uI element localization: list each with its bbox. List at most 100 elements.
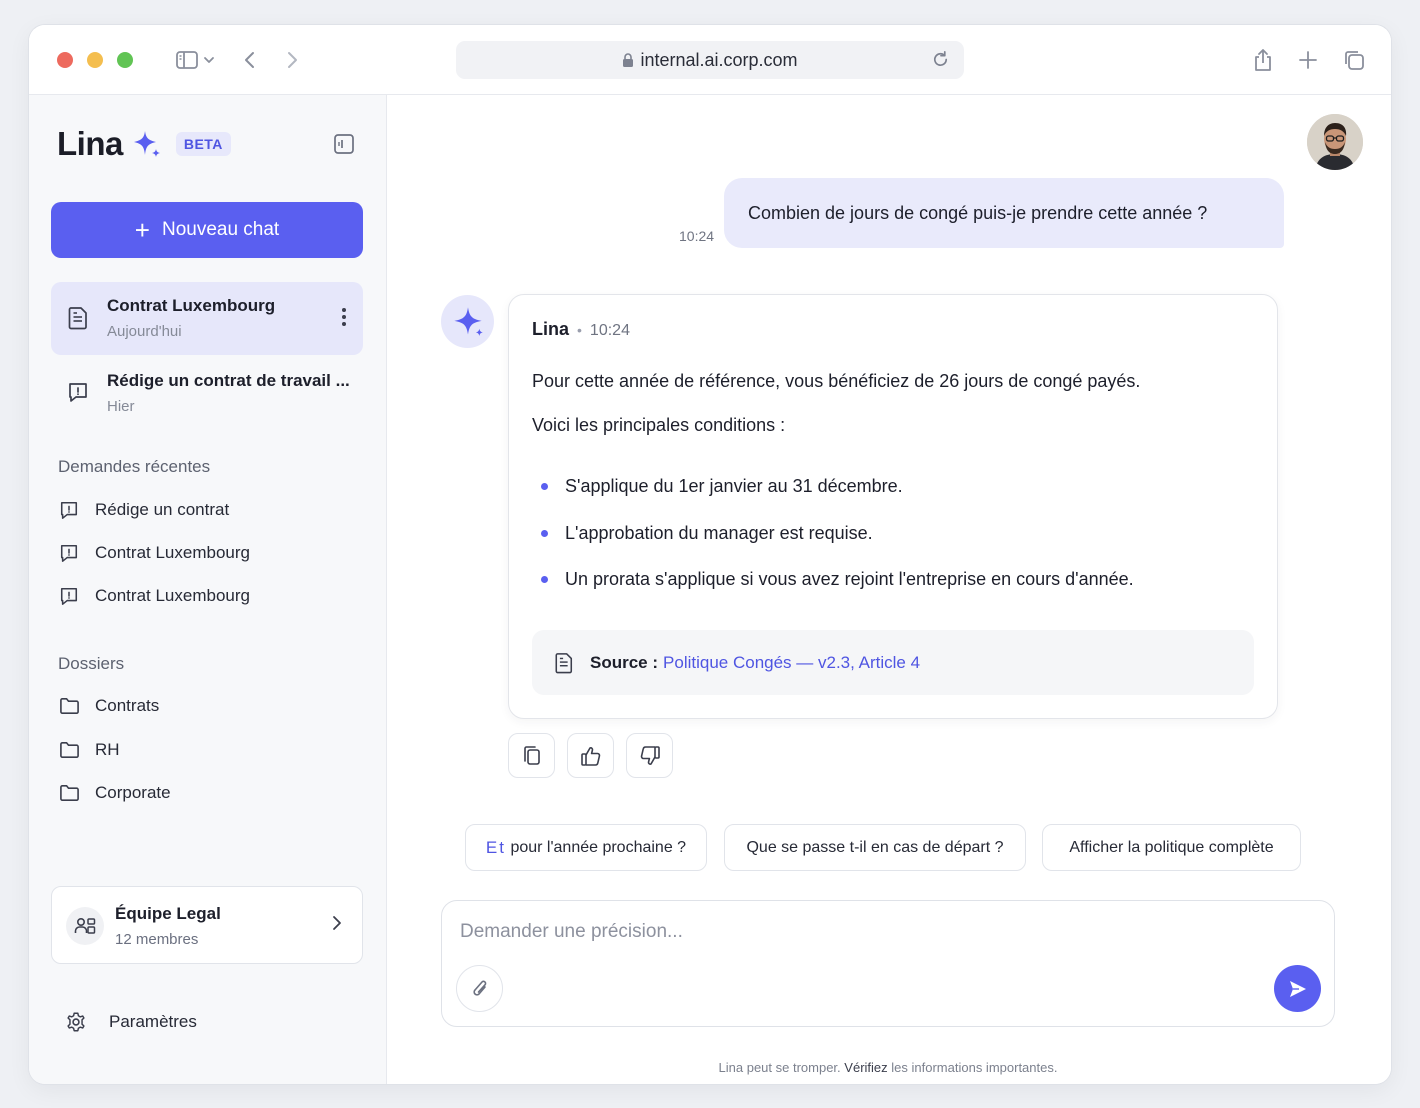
conversation-date: Hier <box>107 398 135 415</box>
bullet-text: L'approbation du manager est requise. <box>565 523 873 543</box>
browser-window: internal.ai.corp.com Lina BETA + Nouveau… <box>29 25 1391 1084</box>
folder-icon <box>59 741 81 759</box>
conversation-date: Aujourd'hui <box>107 323 182 340</box>
message-input[interactable]: Demander une précision... <box>460 921 683 943</box>
assistant-message-time: 10:24 <box>589 322 630 339</box>
settings-button[interactable]: Paramètres <box>65 1011 197 1033</box>
maximize-window-button[interactable] <box>117 52 133 68</box>
plus-icon: + <box>134 215 150 245</box>
tabs-overview-icon[interactable] <box>1341 48 1367 72</box>
folder-label: Corporate <box>95 783 171 802</box>
user-avatar[interactable] <box>1307 114 1363 170</box>
assistant-avatar <box>441 295 494 348</box>
folder-label: RH <box>95 740 120 759</box>
forward-arrow-icon[interactable] <box>279 48 305 72</box>
browser-titlebar: internal.ai.corp.com <box>29 25 1391 95</box>
chat-bubble-icon <box>67 381 89 403</box>
paperclip-icon <box>471 978 489 1000</box>
message-composer[interactable]: Demander une précision... <box>441 900 1335 1027</box>
suggestion-chip-next-year[interactable]: Et pour l'année prochaine ? <box>465 824 707 871</box>
minimize-window-button[interactable] <box>87 52 103 68</box>
chat-bubble-icon <box>59 586 81 606</box>
suggestion-highlight: Et <box>485 837 506 857</box>
chat-area: Combien de jours de congé puis-je prendr… <box>387 95 1391 1084</box>
sidebar: Lina BETA + Nouveau chat Contrat Luxembo… <box>29 95 387 1084</box>
chat-bubble-icon <box>59 543 81 563</box>
new-chat-label: Nouveau chat <box>161 219 280 240</box>
assistant-paragraph: Pour cette année de référence, vous béné… <box>532 371 1141 391</box>
thumbs-down-button[interactable] <box>626 733 673 778</box>
separator-dot: • <box>577 322 582 338</box>
folder-icon <box>59 697 81 715</box>
suggestion-label: pour l'année prochaine ? <box>510 838 687 856</box>
condition-bullet: S'applique du 1er janvier au 31 décembre… <box>541 476 903 497</box>
folder-item[interactable]: Corporate <box>59 783 171 803</box>
new-tab-icon[interactable] <box>1295 48 1321 72</box>
user-message-text: Combien de jours de congé puis-je prendr… <box>748 202 1208 223</box>
folder-item[interactable]: Contrats <box>59 696 159 716</box>
assistant-message-card: Lina • 10:24 Pour cette année de référen… <box>508 294 1278 719</box>
assistant-message-header: Lina • 10:24 <box>532 319 630 340</box>
sidebar-toggle-icon[interactable] <box>172 48 222 72</box>
brand-name: Lina <box>57 125 123 162</box>
user-message-time: 10:24 <box>679 228 715 244</box>
send-icon <box>1288 979 1308 999</box>
document-icon <box>67 306 89 330</box>
team-name: Équipe Legal <box>115 904 221 923</box>
recent-item-label: Contrat Luxembourg <box>95 543 250 562</box>
folder-item[interactable]: RH <box>59 740 120 760</box>
suggestion-chip-full-policy[interactable]: Afficher la politique complète <box>1042 824 1301 871</box>
copy-button[interactable] <box>508 733 555 778</box>
assistant-paragraph: Voici les principales conditions : <box>532 415 786 435</box>
gear-icon <box>65 1011 87 1033</box>
conversation-item-active[interactable]: Contrat Luxembourg Aujourd'hui <box>51 282 363 355</box>
suggestion-label: Afficher la politique complète <box>1069 838 1274 856</box>
close-window-button[interactable] <box>57 52 73 68</box>
folders-section-title: Dossiers <box>58 654 125 673</box>
copy-icon <box>522 745 542 767</box>
more-options-icon[interactable] <box>341 307 347 331</box>
new-chat-button[interactable]: + Nouveau chat <box>51 202 363 258</box>
bullet-dot <box>541 530 548 537</box>
condition-bullet: Un prorata s'applique si vous avez rejoi… <box>541 569 1134 590</box>
attach-button[interactable] <box>456 965 503 1012</box>
brand: Lina BETA <box>57 125 231 163</box>
chat-bubble-icon <box>59 500 81 520</box>
conversation-title: Contrat Luxembourg <box>107 296 276 315</box>
bullet-dot <box>541 483 548 490</box>
sparkle-icon <box>132 129 162 159</box>
address-bar[interactable]: internal.ai.corp.com <box>456 41 964 79</box>
url-text: internal.ai.corp.com <box>640 49 798 70</box>
disclaimer-part: les informations importantes. <box>891 1060 1058 1075</box>
back-arrow-icon[interactable] <box>237 48 263 72</box>
conversation-item[interactable]: Rédige un contrat de travail ... Hier <box>51 357 363 430</box>
disclaimer-emphasis: Vérifiez <box>844 1060 888 1075</box>
team-card[interactable]: Équipe Legal 12 membres <box>51 886 363 964</box>
settings-label: Paramètres <box>109 1012 197 1031</box>
collapse-sidebar-icon[interactable] <box>333 133 355 155</box>
suggestion-chip-departure[interactable]: Que se passe t-il en cas de départ ? <box>724 824 1026 871</box>
share-icon[interactable] <box>1250 48 1276 72</box>
reload-icon[interactable] <box>931 50 950 69</box>
recent-item-label: Contrat Luxembourg <box>95 586 250 605</box>
recent-item[interactable]: Contrat Luxembourg <box>59 543 250 563</box>
beta-badge: BETA <box>175 132 231 156</box>
conversation-title: Rédige un contrat de travail ... <box>107 371 350 390</box>
bullet-text: S'applique du 1er janvier au 31 décembre… <box>565 476 903 496</box>
send-button[interactable] <box>1274 965 1321 1012</box>
recent-item[interactable]: Rédige un contrat <box>59 500 229 520</box>
team-icon <box>66 907 104 945</box>
chevron-right-icon <box>332 915 342 931</box>
source-box: Source : Politique Congés — v2.3, Articl… <box>532 630 1254 695</box>
recent-item[interactable]: Contrat Luxembourg <box>59 586 250 606</box>
bullet-dot <box>541 576 548 583</box>
condition-bullet: L'approbation du manager est requise. <box>541 523 873 544</box>
lock-icon <box>622 52 634 68</box>
recent-section-title: Demandes récentes <box>58 457 211 476</box>
thumbs-down-icon <box>639 745 661 767</box>
source-link[interactable]: Politique Congés — v2.3, Article 4 <box>663 653 920 673</box>
folder-label: Contrats <box>95 696 160 715</box>
folder-icon <box>59 784 81 802</box>
assistant-name: Lina <box>532 319 570 339</box>
thumbs-up-button[interactable] <box>567 733 614 778</box>
